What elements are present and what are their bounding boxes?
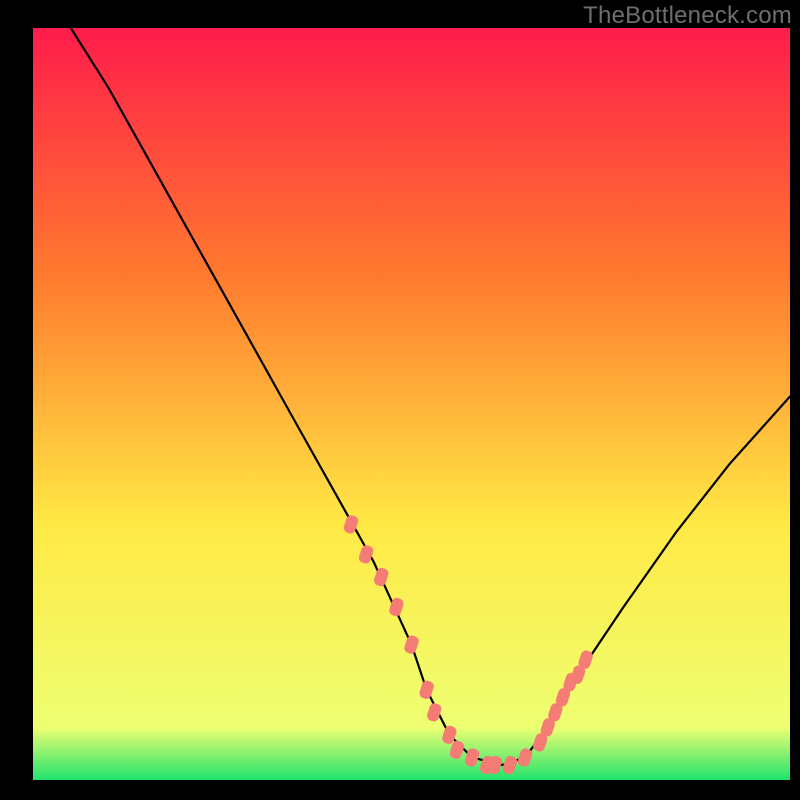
watermark-text: TheBottleneck.com [583,2,792,30]
bottleneck-chart [0,0,800,800]
plot-area [33,28,790,780]
chart-container: TheBottleneck.com [0,0,800,800]
